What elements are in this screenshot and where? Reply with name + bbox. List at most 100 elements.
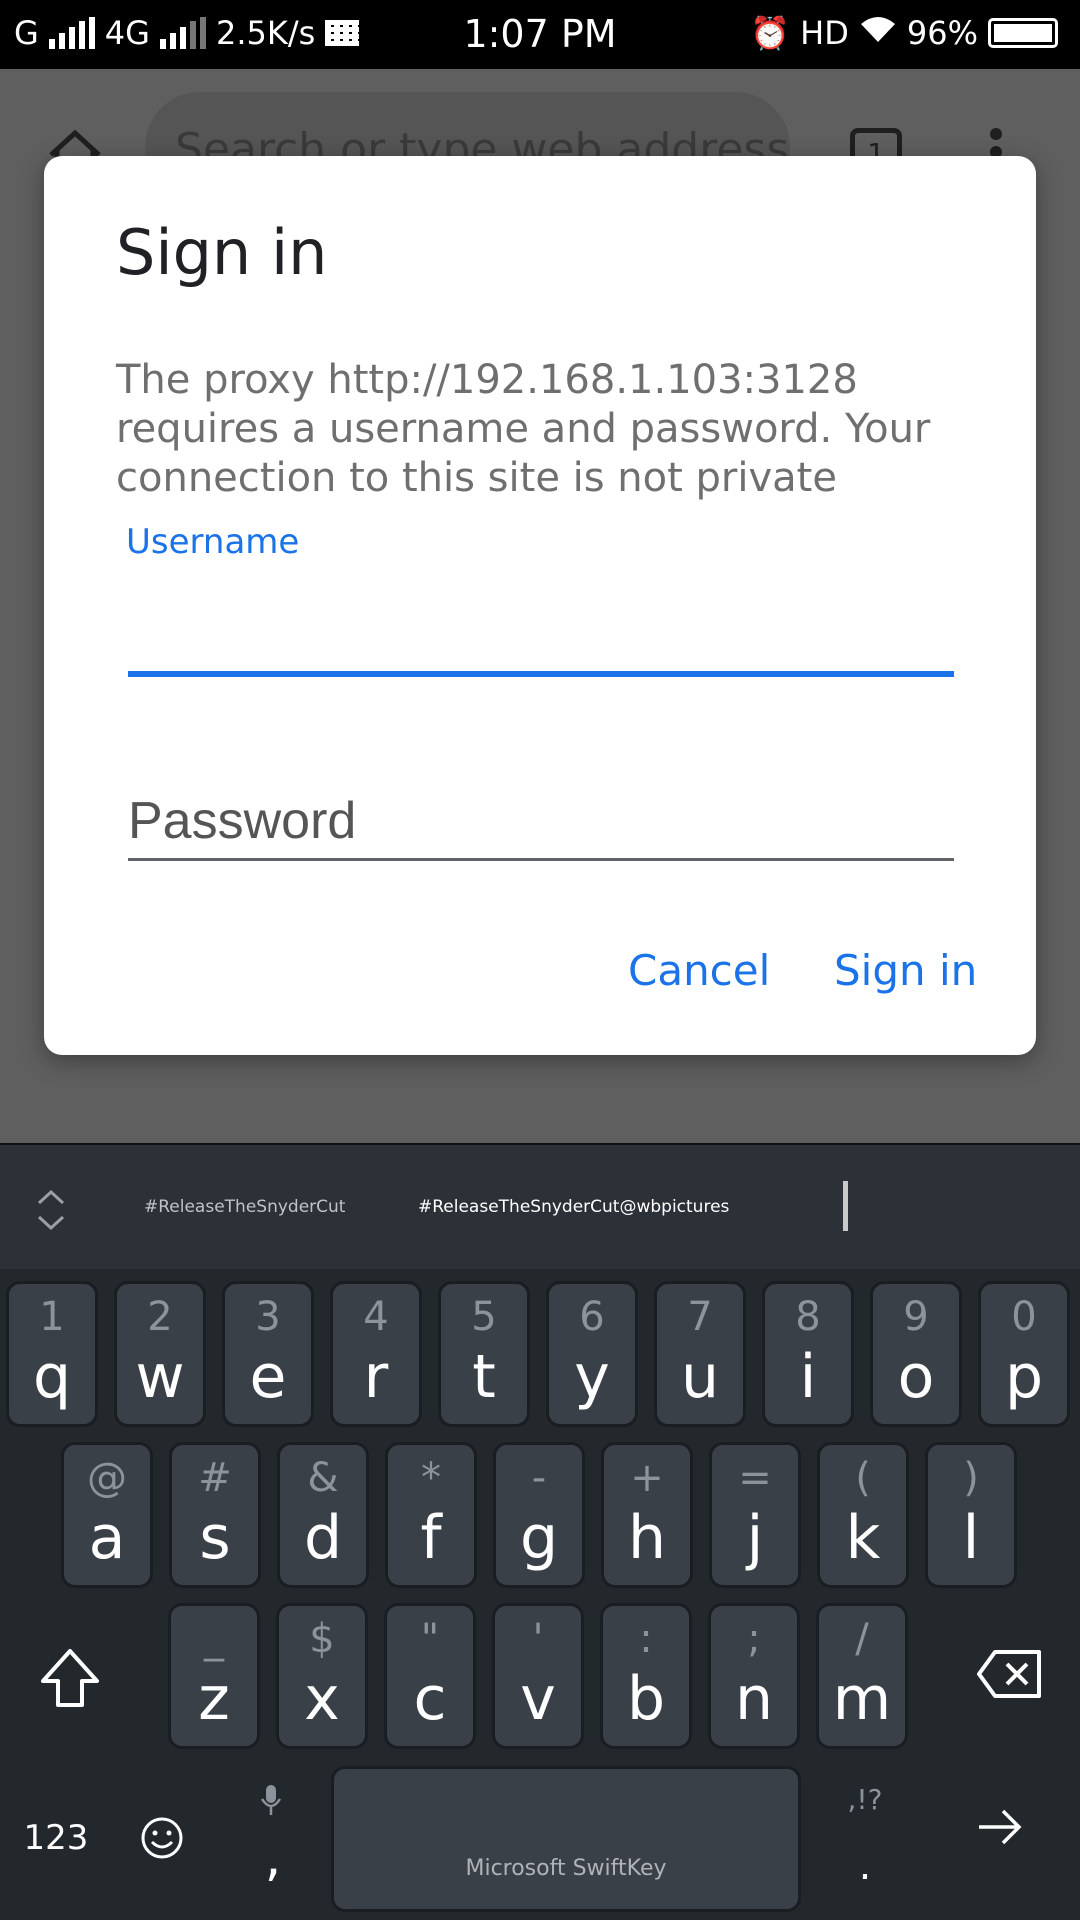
key-hint: 1 bbox=[39, 1294, 65, 1340]
key-label: r bbox=[363, 1342, 389, 1412]
shift-key-icon[interactable] bbox=[35, 1643, 105, 1713]
suggestion-bar: #ReleaseTheSnyderCut #ReleaseTheSnyderCu… bbox=[0, 1143, 1080, 1269]
password-field[interactable] bbox=[128, 776, 954, 866]
key-hint: - bbox=[531, 1455, 547, 1501]
key-p[interactable]: 0p bbox=[978, 1281, 1070, 1427]
enter-arrow-icon[interactable] bbox=[975, 1805, 1025, 1849]
key-label: g bbox=[519, 1503, 559, 1573]
key-r[interactable]: 4r bbox=[330, 1281, 422, 1427]
sign-in-button[interactable]: Sign in bbox=[834, 946, 977, 995]
numbers-key[interactable]: 123 bbox=[20, 1818, 92, 1858]
key-label: e bbox=[249, 1342, 287, 1412]
key-v[interactable]: ' v bbox=[492, 1603, 584, 1749]
dialog-message: The proxy http://192.168.1.103:3128 requ… bbox=[116, 357, 931, 501]
key-hint: * bbox=[421, 1455, 441, 1501]
key-y[interactable]: 6y bbox=[546, 1281, 638, 1427]
emoji-key-icon[interactable] bbox=[140, 1816, 184, 1860]
username-label: Username bbox=[126, 522, 300, 562]
key-n[interactable]: ; n bbox=[708, 1603, 800, 1749]
dialog-title: Sign in bbox=[116, 216, 328, 289]
key-o[interactable]: 9o bbox=[870, 1281, 962, 1427]
key-hint: $ bbox=[309, 1616, 335, 1662]
key-label: c bbox=[413, 1664, 447, 1734]
key-l[interactable]: ) l bbox=[925, 1442, 1017, 1588]
username-underline bbox=[128, 671, 954, 677]
key-hint: 6 bbox=[579, 1294, 605, 1340]
key-label: h bbox=[627, 1503, 667, 1573]
key-label: f bbox=[420, 1503, 442, 1573]
battery-icon bbox=[988, 18, 1058, 48]
key-b[interactable]: :b bbox=[600, 1603, 692, 1749]
key-label: m bbox=[832, 1664, 892, 1734]
key-hint: & bbox=[307, 1455, 339, 1501]
wifi-icon bbox=[859, 14, 897, 52]
key-hint: 0 bbox=[1011, 1294, 1037, 1340]
key-hint: + bbox=[630, 1455, 664, 1501]
key-a[interactable]: @ a bbox=[61, 1442, 153, 1588]
key-label: d bbox=[303, 1503, 343, 1573]
period-key[interactable]: . bbox=[855, 1843, 875, 1889]
space-bar[interactable]: Microsoft SwiftKey bbox=[331, 1766, 801, 1912]
key-hint: : bbox=[639, 1616, 653, 1662]
key-label: y bbox=[574, 1342, 610, 1412]
username-field[interactable] bbox=[128, 576, 954, 666]
key-c[interactable]: " c bbox=[384, 1603, 476, 1749]
punctuation-hint: ,!? bbox=[847, 1783, 883, 1816]
key-label: i bbox=[799, 1342, 817, 1412]
key-label: j bbox=[746, 1503, 764, 1573]
suggestion-2[interactable]: #ReleaseTheSnyderCut@wbpictures bbox=[418, 1197, 729, 1217]
key-f[interactable]: * f bbox=[385, 1442, 477, 1588]
key-g[interactable]: -g bbox=[493, 1442, 585, 1588]
key-u[interactable]: 7u bbox=[654, 1281, 746, 1427]
key-w[interactable]: 2w bbox=[114, 1281, 206, 1427]
hd-badge: HD bbox=[800, 14, 849, 52]
key-hint: 2 bbox=[147, 1294, 173, 1340]
key-label: a bbox=[88, 1503, 126, 1573]
key-hint: = bbox=[738, 1455, 772, 1501]
backspace-key-icon[interactable] bbox=[975, 1648, 1045, 1700]
key-label: z bbox=[198, 1664, 230, 1734]
key-label: b bbox=[626, 1664, 666, 1734]
status-bar: G 4G 2.5K/s 1:07 PM ⏰ HD 96% bbox=[0, 0, 1080, 69]
key-s[interactable]: # s bbox=[169, 1442, 261, 1588]
key-h[interactable]: + h bbox=[601, 1442, 693, 1588]
key-e[interactable]: 3e bbox=[222, 1281, 314, 1427]
key-hint: @ bbox=[87, 1455, 127, 1501]
key-hint: 3 bbox=[255, 1294, 281, 1340]
key-hint: ' bbox=[532, 1616, 544, 1662]
keyboard: #ReleaseTheSnyderCut #ReleaseTheSnyderCu… bbox=[0, 1143, 1080, 1920]
key-label: u bbox=[680, 1342, 720, 1412]
key-hint: ) bbox=[963, 1455, 979, 1501]
collapse-toolbar-icon[interactable] bbox=[34, 1187, 68, 1233]
key-hint: # bbox=[198, 1455, 232, 1501]
key-x[interactable]: $ x bbox=[276, 1603, 368, 1749]
key-hint: 5 bbox=[471, 1294, 497, 1340]
key-label: w bbox=[135, 1342, 185, 1412]
key-label: o bbox=[897, 1342, 935, 1412]
cancel-button[interactable]: Cancel bbox=[628, 946, 770, 995]
key-i[interactable]: 8i bbox=[762, 1281, 854, 1427]
key-m[interactable]: / m bbox=[816, 1603, 908, 1749]
key-d[interactable]: & d bbox=[277, 1442, 369, 1588]
password-underline bbox=[128, 858, 954, 861]
mic-icon[interactable] bbox=[259, 1783, 283, 1817]
suggestion-1[interactable]: #ReleaseTheSnyderCut bbox=[144, 1197, 345, 1217]
battery-percent: 96% bbox=[906, 14, 978, 52]
key-j[interactable]: = j bbox=[709, 1442, 801, 1588]
key-t[interactable]: 5t bbox=[438, 1281, 530, 1427]
key-hint: ; bbox=[747, 1616, 761, 1662]
key-hint: ( bbox=[855, 1455, 871, 1501]
key-label: q bbox=[32, 1342, 72, 1412]
key-label: v bbox=[520, 1664, 556, 1734]
key-label: s bbox=[199, 1503, 231, 1573]
key-k[interactable]: (k bbox=[817, 1442, 909, 1588]
key-label: p bbox=[1004, 1342, 1044, 1412]
key-q[interactable]: 1q bbox=[6, 1281, 98, 1427]
suggestion-divider bbox=[843, 1181, 848, 1231]
key-z[interactable]: _ z bbox=[168, 1603, 260, 1749]
key-label: x bbox=[304, 1664, 340, 1734]
comma-key[interactable]: , bbox=[258, 1828, 288, 1888]
alarm-icon: ⏰ bbox=[750, 14, 791, 52]
status-right: ⏰ HD 96% bbox=[750, 14, 1058, 52]
key-hint: 8 bbox=[795, 1294, 821, 1340]
